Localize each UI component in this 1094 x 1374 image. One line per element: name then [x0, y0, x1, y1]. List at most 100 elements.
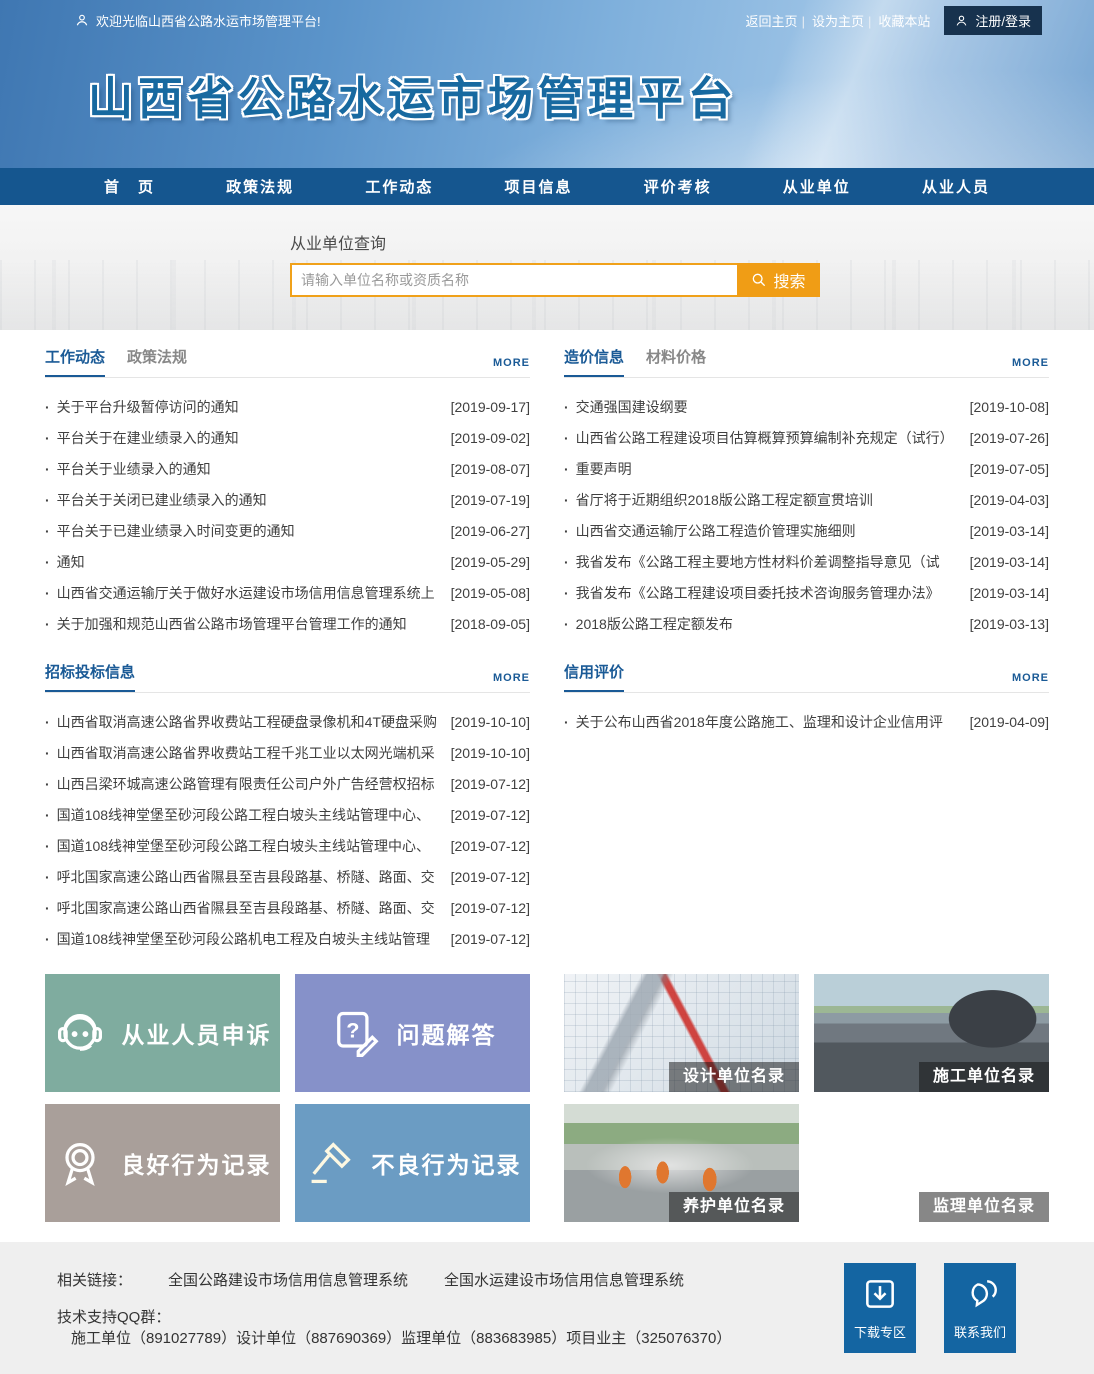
footer: 相关链接： 全国公路建设市场信用信息管理系统 全国水运建设市场信用信息管理系统 技术…	[0, 1242, 1094, 1374]
nav-item[interactable]: 首 页	[104, 176, 155, 197]
photo-supervision-directory[interactable]: 监理单位名录	[814, 1104, 1049, 1222]
tab[interactable]: 信用评价	[564, 661, 624, 692]
welcome-text: 欢迎光临山西省公路水运市场管理平台!	[96, 11, 321, 30]
contact-us-button[interactable]: 联系我们	[944, 1263, 1016, 1353]
news-item[interactable]: 呼北国家高速公路山西省隰县至吉县段路基、桥隧、路面、交[2019-07-12]	[45, 861, 530, 892]
cost-news-tabs: 造价信息材料价格	[564, 346, 706, 377]
photo-caption: 养护单位名录	[669, 1192, 799, 1222]
news-item[interactable]: 重要声明[2019-07-05]	[564, 453, 1049, 484]
photo-maintenance-directory[interactable]: 养护单位名录	[564, 1104, 799, 1222]
search-input[interactable]	[290, 263, 737, 297]
nav-item[interactable]: 评价考核	[644, 176, 712, 197]
news-item[interactable]: 国道108线神堂堡至砂河段公路工程白坡头主线站管理中心、[2019-07-12]	[45, 799, 530, 830]
tile-label: 良好行为记录	[122, 1146, 272, 1180]
topbar-link[interactable]: 返回主页	[746, 11, 812, 30]
related-link[interactable]: 全国公路建设市场信用信息管理系统	[168, 1272, 408, 1289]
panel-bidding-news: 招标投标信息 MORE 山西省取消高速公路省界收费站工程硬盘录像机和4T硬盘采购…	[45, 659, 530, 954]
work-news-tabs: 工作动态政策法规	[45, 346, 187, 377]
topbar-links: 返回主页设为主页收藏本站	[746, 11, 931, 30]
main-nav: 首 页 政策法规 工作动态 项目信息 评价考核 从业单位 从业人员	[0, 168, 1094, 205]
more-link[interactable]: MORE	[1012, 672, 1049, 692]
news-item[interactable]: 平台关于业绩录入的通知[2019-08-07]	[45, 453, 530, 484]
related-links: 全国公路建设市场信用信息管理系统 全国水运建设市场信用信息管理系统	[132, 1272, 684, 1289]
news-item[interactable]: 平台关于在建业绩录入的通知[2019-09-02]	[45, 422, 530, 453]
photo-construction-directory[interactable]: 施工单位名录	[814, 974, 1049, 1092]
banner: 欢迎光临山西省公路水运市场管理平台! 返回主页设为主页收藏本站 注册/登录 山西…	[0, 0, 1094, 168]
search-button-label: 搜索	[773, 268, 805, 292]
news-item[interactable]: 呼北国家高速公路山西省隰县至吉县段路基、桥隧、路面、交[2019-07-12]	[45, 892, 530, 923]
qq-support-label: 技术支持QQ群：	[57, 1309, 170, 1326]
news-item[interactable]: 国道108线神堂堡至砂河段公路工程白坡头主线站管理中心、[2019-07-12]	[45, 830, 530, 861]
topbar-link[interactable]: 设为主页	[812, 11, 878, 30]
topbar-link[interactable]: 收藏本站	[878, 11, 930, 30]
gavel-icon	[304, 1137, 356, 1189]
nav-item[interactable]: 从业人员	[922, 176, 990, 197]
nav-item[interactable]: 政策法规	[226, 176, 294, 197]
credit-news-list: 关于公布山西省2018年度公路施工、监理和设计企业信用评[2019-04-09]	[564, 706, 1049, 737]
tab[interactable]: 材料价格	[646, 346, 706, 377]
news-item[interactable]: 2018版公路工程定额发布[2019-03-13]	[564, 608, 1049, 639]
bidding-news-list: 山西省取消高速公路省界收费站工程硬盘录像机和4T硬盘采购[2019-10-10]…	[45, 706, 530, 954]
chat-bubbles-icon	[961, 1275, 999, 1313]
news-item[interactable]: 省厅将于近期组织2018版公路工程定额宣贯培训[2019-04-03]	[564, 484, 1049, 515]
panel-credit-news: 信用评价 MORE 关于公布山西省2018年度公路施工、监理和设计企业信用评[2…	[564, 659, 1049, 954]
tab[interactable]: 造价信息	[564, 346, 624, 377]
quick-tiles: 从业人员申诉 ? 问题解答 良好行为记录 不良行为记录	[45, 974, 530, 1222]
news-item[interactable]: 关于公布山西省2018年度公路施工、监理和设计企业信用评[2019-04-09]	[564, 706, 1049, 737]
download-zone-button[interactable]: 下载专区	[844, 1263, 916, 1353]
register-login-label: 注册/登录	[975, 11, 1031, 30]
news-item[interactable]: 国道108线神堂堡至砂河段公路机电工程及白坡头主线站管理[2019-07-12]	[45, 923, 530, 954]
download-zone-label: 下载专区	[854, 1322, 906, 1341]
register-login-button[interactable]: 注册/登录	[944, 6, 1042, 35]
nav-item[interactable]: 从业单位	[783, 176, 851, 197]
tile-good-behavior[interactable]: 良好行为记录	[45, 1104, 280, 1222]
work-news-list: 关于平台升级暂停访问的通知[2019-09-17]平台关于在建业绩录入的通知[2…	[45, 391, 530, 639]
tab[interactable]: 工作动态	[45, 346, 105, 377]
site-title: 山西省公路水运市场管理平台	[88, 62, 738, 127]
news-item[interactable]: 山西吕梁环城高速公路管理有限责任公司户外广告经营权招标[2019-07-12]	[45, 768, 530, 799]
medal-icon	[54, 1137, 106, 1189]
tile-label: 问题解答	[397, 1016, 497, 1050]
cost-news-list: 交通强国建设纲要[2019-10-08]山西省公路工程建设项目估算概算预算编制补…	[564, 391, 1049, 639]
search-label: 从业单位查询	[290, 230, 1094, 254]
tile-label: 从业人员申诉	[122, 1016, 272, 1050]
news-item[interactable]: 平台关于已建业绩录入时间变更的通知[2019-06-27]	[45, 515, 530, 546]
news-item[interactable]: 山西省公路工程建设项目估算概算预算编制补充规定（试行）[2019-07-26]	[564, 422, 1049, 453]
headset-person-icon	[54, 1007, 106, 1059]
news-item[interactable]: 平台关于关闭已建业绩录入的通知[2019-07-19]	[45, 484, 530, 515]
nav-item[interactable]: 工作动态	[365, 176, 433, 197]
panel-cost-news: 造价信息材料价格 MORE 交通强国建设纲要[2019-10-08]山西省公路工…	[564, 344, 1049, 639]
news-item[interactable]: 关于加强和规范山西省公路市场管理平台管理工作的通知[2018-09-05]	[45, 608, 530, 639]
tile-question-answer[interactable]: ? 问题解答	[295, 974, 530, 1092]
news-item[interactable]: 我省发布《公路工程主要地方性材料价差调整指导意见（试[2019-03-14]	[564, 546, 1049, 577]
user-icon	[75, 13, 89, 27]
news-item[interactable]: 山西省取消高速公路省界收费站工程硬盘录像机和4T硬盘采购[2019-10-10]	[45, 706, 530, 737]
news-item[interactable]: 山西省取消高速公路省界收费站工程千兆工业以太网光端机采[2019-10-10]	[45, 737, 530, 768]
search-button[interactable]: 搜索	[737, 263, 820, 297]
news-item[interactable]: 关于平台升级暂停访问的通知[2019-09-17]	[45, 391, 530, 422]
tab[interactable]: 招标投标信息	[45, 661, 135, 692]
panel-work-news: 工作动态政策法规 MORE 关于平台升级暂停访问的通知[2019-09-17]平…	[45, 344, 530, 639]
news-item[interactable]: 山西省交通运输厅公路工程造价管理实施细则[2019-03-14]	[564, 515, 1049, 546]
tile-personnel-appeal[interactable]: 从业人员申诉	[45, 974, 280, 1092]
nav-item[interactable]: 项目信息	[504, 176, 572, 197]
news-item[interactable]: 我省发布《公路工程建设项目委托技术咨询服务管理办法》[2019-03-14]	[564, 577, 1049, 608]
photo-design-directory[interactable]: 设计单位名录	[564, 974, 799, 1092]
more-link[interactable]: MORE	[493, 672, 530, 692]
question-pencil-icon: ?	[329, 1007, 381, 1059]
related-link[interactable]: 全国水运建设市场信用信息管理系统	[444, 1272, 684, 1289]
photo-caption: 设计单位名录	[669, 1062, 799, 1092]
credit-tabs: 信用评价	[564, 661, 624, 692]
more-link[interactable]: MORE	[493, 357, 530, 377]
news-item[interactable]: 山西省交通运输厅关于做好水运建设市场信用信息管理系统上[2019-05-08]	[45, 577, 530, 608]
main-content: 工作动态政策法规 MORE 关于平台升级暂停访问的通知[2019-09-17]平…	[0, 330, 1094, 1242]
qq-support-text: 施工单位（891027789）设计单位（887690369）监理单位（88368…	[71, 1330, 731, 1347]
tile-bad-behavior[interactable]: 不良行为记录	[295, 1104, 530, 1222]
more-link[interactable]: MORE	[1012, 357, 1049, 377]
news-item[interactable]: 交通强国建设纲要[2019-10-08]	[564, 391, 1049, 422]
news-item[interactable]: 通知[2019-05-29]	[45, 546, 530, 577]
related-links-label: 相关链接：	[57, 1272, 132, 1289]
photo-caption: 监理单位名录	[919, 1192, 1049, 1222]
search-icon	[751, 272, 767, 288]
tab[interactable]: 政策法规	[127, 346, 187, 377]
